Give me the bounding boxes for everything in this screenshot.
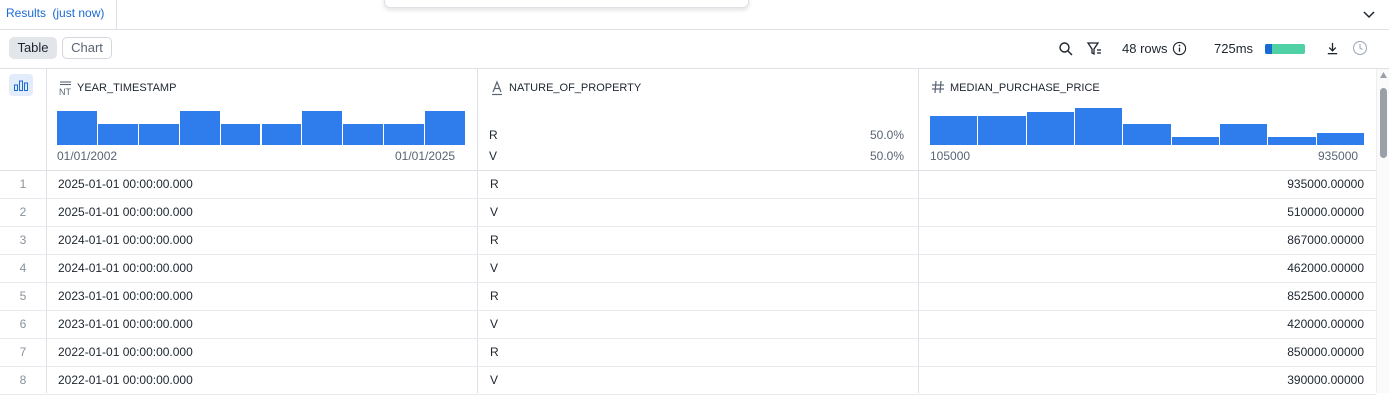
histogram-bar <box>1171 137 1219 145</box>
vertical-scrollbar[interactable] <box>1376 69 1389 393</box>
year-cell[interactable]: 2025-01-01 00:00:00.000 <box>58 170 193 198</box>
year-timestamp-min: 01/01/2002 <box>57 149 118 163</box>
year-cell[interactable]: 2022-01-01 00:00:00.000 <box>58 338 193 366</box>
price-cell[interactable]: 462000.00000 <box>1287 254 1364 282</box>
price-cell[interactable]: 852500.00000 <box>1287 282 1364 310</box>
nature-cell[interactable]: V <box>490 254 498 282</box>
column-header-median-purchase-price[interactable]: MEDIAN_PURCHASE_PRICE <box>950 82 1100 94</box>
nature-cell[interactable]: V <box>490 310 498 338</box>
scroll-up-arrow-icon[interactable] <box>1380 72 1387 78</box>
price-cell[interactable]: 867000.00000 <box>1287 226 1364 254</box>
table-row[interactable]: 3 2024-01-01 00:00:00.000 R 867000.00000 <box>0 226 1376 255</box>
column-stats-toggle[interactable] <box>9 74 33 96</box>
histogram-bar <box>1316 133 1364 145</box>
table-view-button[interactable]: Table <box>9 37 57 59</box>
year-cell[interactable]: 2023-01-01 00:00:00.000 <box>58 310 193 338</box>
year-cell[interactable]: 2023-01-01 00:00:00.000 <box>58 282 193 310</box>
histogram-bar <box>384 124 425 145</box>
nature-cell[interactable]: V <box>490 198 498 226</box>
nature-cell[interactable]: R <box>490 282 499 310</box>
download-icon[interactable] <box>1325 41 1340 56</box>
info-icon[interactable] <box>1172 41 1187 56</box>
query-duration: 725ms <box>1214 41 1254 56</box>
chevron-down-icon[interactable] <box>1361 6 1377 22</box>
row-number: 5 <box>19 289 27 303</box>
table-row[interactable]: 7 2022-01-01 00:00:00.000 R 850000.00000 <box>0 338 1376 367</box>
category-label: R <box>489 128 498 142</box>
duration-progress-fill <box>1265 44 1273 54</box>
row-number: 3 <box>19 233 27 247</box>
row-count: 48 rows <box>1122 41 1168 56</box>
histogram-bar <box>97 124 138 145</box>
svg-text:NT: NT <box>59 87 71 97</box>
histogram-bar <box>220 124 261 145</box>
row-number: 8 <box>19 373 27 387</box>
histogram-bar <box>425 111 465 145</box>
histogram-bar <box>261 124 302 145</box>
column-filter-icon[interactable] <box>1086 41 1102 57</box>
results-tab-title: Results <box>6 6 47 20</box>
year-timestamp-histogram <box>57 108 465 145</box>
year-cell[interactable]: 2024-01-01 00:00:00.000 <box>58 226 193 254</box>
price-max: 935000 <box>1318 149 1359 163</box>
hash-icon <box>932 80 944 94</box>
nature-cell[interactable]: R <box>490 170 499 198</box>
histogram-bar <box>57 111 97 145</box>
table-row[interactable]: 6 2023-01-01 00:00:00.000 V 420000.00000 <box>0 310 1376 339</box>
price-cell[interactable]: 510000.00000 <box>1287 198 1364 226</box>
price-min: 105000 <box>930 149 971 163</box>
table-row[interactable]: 8 2022-01-01 00:00:00.000 V 390000.00000 <box>0 366 1376 395</box>
price-cell[interactable]: 935000.00000 <box>1287 170 1364 198</box>
column-header-nature-of-property[interactable]: NATURE_OF_PROPERTY <box>509 82 641 94</box>
nature-cell[interactable]: R <box>490 226 499 254</box>
histogram-bar <box>1075 108 1123 145</box>
category-pct: 50.0% <box>870 128 905 142</box>
duration-progress-bar <box>1265 44 1305 54</box>
search-icon[interactable] <box>1058 41 1074 57</box>
year-cell[interactable]: 2022-01-01 00:00:00.000 <box>58 366 193 394</box>
category-pct: 50.0% <box>870 149 905 163</box>
histogram-bar <box>1123 124 1171 145</box>
histogram-bar <box>343 124 384 145</box>
histogram-bar <box>930 116 978 145</box>
year-cell[interactable]: 2024-01-01 00:00:00.000 <box>58 254 193 282</box>
nature-cell[interactable]: V <box>490 366 498 394</box>
price-cell[interactable]: 420000.00000 <box>1287 310 1364 338</box>
popover-panel <box>384 0 749 8</box>
results-toolbar: Table Chart 48 rows 725ms <box>0 30 1389 69</box>
price-cell[interactable]: 390000.00000 <box>1287 366 1364 394</box>
year-cell[interactable]: 2025-01-01 00:00:00.000 <box>58 198 193 226</box>
timestamp-ntz-icon: NT <box>57 79 75 97</box>
row-number: 6 <box>19 317 27 331</box>
histogram-bar <box>302 111 343 145</box>
category-label: V <box>489 149 498 163</box>
scrollbar-thumb[interactable] <box>1380 88 1387 158</box>
histogram-bar <box>978 116 1026 145</box>
results-tab-bar: Results (just now) <box>0 0 1389 30</box>
price-cell[interactable]: 850000.00000 <box>1287 338 1364 366</box>
histogram-bar <box>1268 137 1316 145</box>
histogram-bar <box>1026 112 1074 145</box>
row-number: 1 <box>19 177 27 191</box>
table-row[interactable]: 2 2025-01-01 00:00:00.000 V 510000.00000 <box>0 198 1376 227</box>
table-row[interactable]: 4 2024-01-01 00:00:00.000 V 462000.00000 <box>0 254 1376 283</box>
results-tab[interactable]: Results (just now) <box>0 0 117 29</box>
bar-chart-icon <box>14 80 28 91</box>
text-type-icon <box>492 80 502 96</box>
histogram-bar <box>179 111 220 145</box>
results-tab-time: (just now) <box>52 6 105 20</box>
year-timestamp-max: 01/01/2025 <box>395 149 456 163</box>
table-row[interactable]: 5 2023-01-01 00:00:00.000 R 852500.00000 <box>0 282 1376 311</box>
histogram-bar <box>1220 124 1268 145</box>
row-number: 2 <box>19 205 27 219</box>
nature-cell[interactable]: R <box>490 338 499 366</box>
histogram-bar <box>138 124 179 145</box>
clock-icon[interactable] <box>1352 40 1368 56</box>
column-header-year-timestamp[interactable]: YEAR_TIMESTAMP <box>77 82 176 94</box>
chart-view-button[interactable]: Chart <box>62 37 112 59</box>
table-row[interactable]: 1 2025-01-01 00:00:00.000 R 935000.00000 <box>0 170 1376 199</box>
row-number: 7 <box>19 345 27 359</box>
median-purchase-price-histogram <box>930 108 1364 145</box>
row-number: 4 <box>19 261 27 275</box>
